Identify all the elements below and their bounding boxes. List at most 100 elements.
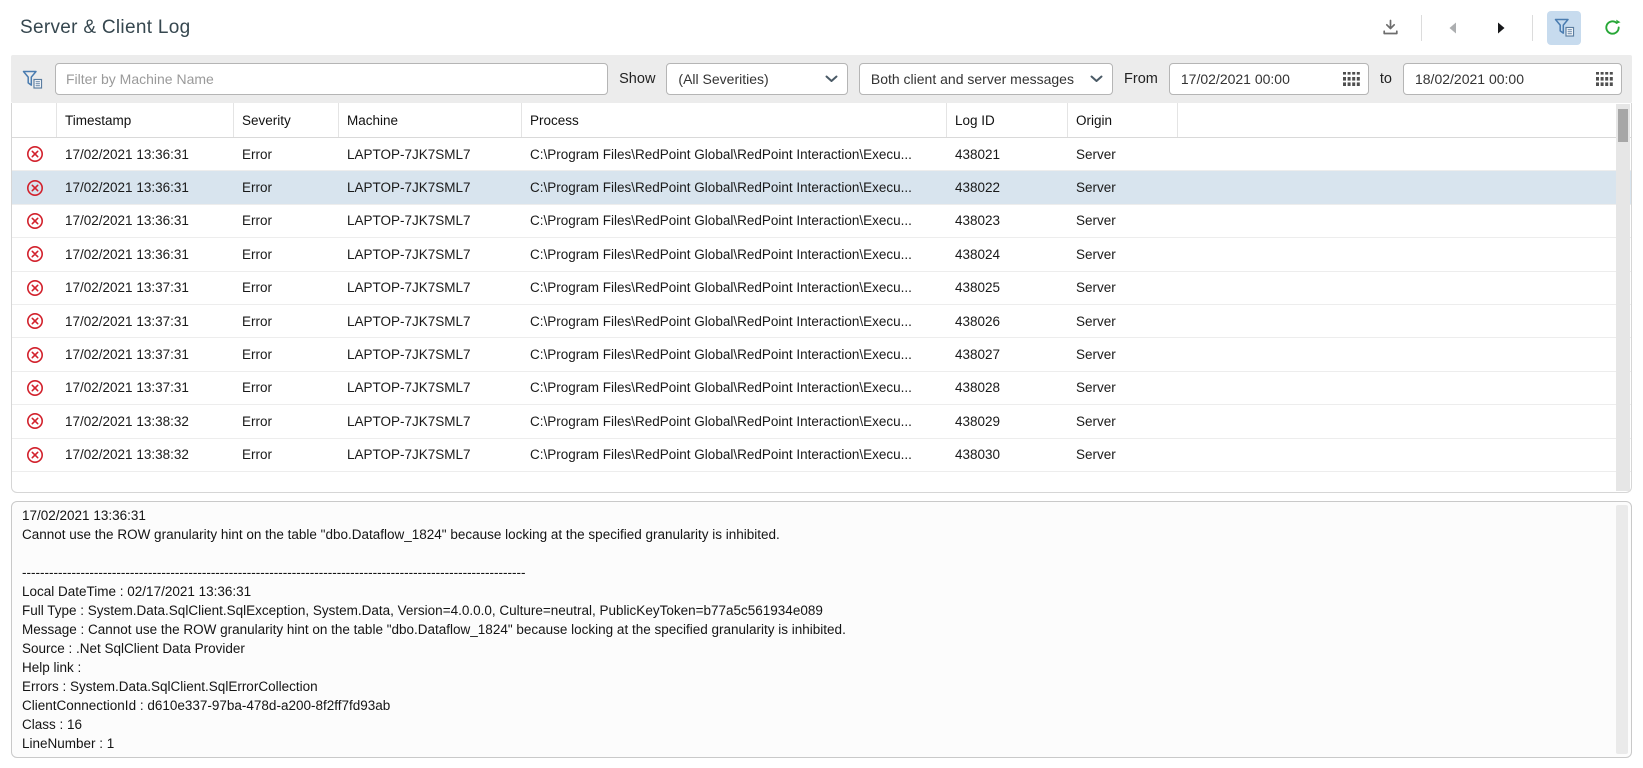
cell-log_id: 438023	[947, 213, 1068, 228]
cell-timestamp: 17/02/2021 13:37:31	[57, 380, 234, 395]
cell-log_id: 438022	[947, 180, 1068, 195]
cell-process: C:\Program Files\RedPoint Global\RedPoin…	[522, 247, 947, 262]
error-icon	[12, 145, 57, 163]
cell-log_id: 438026	[947, 314, 1068, 329]
cell-origin: Server	[1068, 414, 1178, 429]
column-header-log-id[interactable]: Log ID	[947, 103, 1068, 137]
cell-origin: Server	[1068, 280, 1178, 295]
cell-severity: Error	[234, 213, 339, 228]
cell-process: C:\Program Files\RedPoint Global\RedPoin…	[522, 447, 947, 462]
column-header-origin[interactable]: Origin	[1068, 103, 1178, 137]
cell-log_id: 438029	[947, 414, 1068, 429]
cell-severity: Error	[234, 347, 339, 362]
cell-machine: LAPTOP-7JK7SML7	[339, 414, 522, 429]
table-row[interactable]: 17/02/2021 13:37:31ErrorLAPTOP-7JK7SML7C…	[12, 272, 1631, 305]
table-row[interactable]: 17/02/2021 13:37:31ErrorLAPTOP-7JK7SML7C…	[12, 305, 1631, 338]
error-icon	[12, 346, 57, 364]
from-date-picker-button[interactable]	[1343, 72, 1360, 87]
column-header-filler	[1178, 103, 1631, 137]
cell-severity: Error	[234, 447, 339, 462]
log-table-body: 17/02/2021 13:36:31ErrorLAPTOP-7JK7SML7C…	[12, 138, 1631, 472]
cell-log_id: 438030	[947, 447, 1068, 462]
cell-severity: Error	[234, 280, 339, 295]
calendar-grid-icon	[1596, 72, 1613, 87]
previous-page-button[interactable]	[1436, 11, 1470, 45]
error-icon	[12, 179, 57, 197]
app-header: Server & Client Log	[0, 0, 1643, 55]
error-icon	[12, 279, 57, 297]
column-header-timestamp[interactable]: Timestamp	[57, 103, 234, 137]
to-date-field	[1403, 63, 1622, 95]
column-header-machine[interactable]: Machine	[339, 103, 522, 137]
cell-process: C:\Program Files\RedPoint Global\RedPoin…	[522, 213, 947, 228]
log-table-header: Timestamp Severity Machine Process Log I…	[12, 103, 1631, 138]
cell-process: C:\Program Files\RedPoint Global\RedPoin…	[522, 380, 947, 395]
refresh-button[interactable]	[1595, 11, 1629, 45]
cell-machine: LAPTOP-7JK7SML7	[339, 380, 522, 395]
detail-scrollbar-track[interactable]	[1616, 505, 1628, 754]
cell-process: C:\Program Files\RedPoint Global\RedPoin…	[522, 147, 947, 162]
filter-bar: Show (All Severities) Both client and se…	[11, 55, 1632, 103]
table-row[interactable]: 17/02/2021 13:36:31ErrorLAPTOP-7JK7SML7C…	[12, 238, 1631, 271]
to-date-picker-button[interactable]	[1596, 72, 1613, 87]
log-detail-text: 17/02/2021 13:36:31 Cannot use the ROW g…	[22, 506, 1605, 753]
log-detail-panel: 17/02/2021 13:36:31 Cannot use the ROW g…	[11, 501, 1632, 758]
chevron-down-icon	[825, 75, 838, 83]
chevron-down-icon	[1090, 75, 1103, 83]
table-row[interactable]: 17/02/2021 13:37:31ErrorLAPTOP-7JK7SML7C…	[12, 338, 1631, 371]
to-date-input[interactable]	[1406, 71, 1596, 87]
filter-panel-toggle-button[interactable]	[1547, 11, 1581, 45]
column-header-severity-icon[interactable]	[12, 103, 57, 137]
cell-severity: Error	[234, 180, 339, 195]
cell-machine: LAPTOP-7JK7SML7	[339, 280, 522, 295]
column-header-severity[interactable]: Severity	[234, 103, 339, 137]
cell-timestamp: 17/02/2021 13:36:31	[57, 247, 234, 262]
table-row[interactable]: 17/02/2021 13:36:31ErrorLAPTOP-7JK7SML7C…	[12, 205, 1631, 238]
table-row[interactable]: 17/02/2021 13:37:31ErrorLAPTOP-7JK7SML7C…	[12, 372, 1631, 405]
cell-timestamp: 17/02/2021 13:38:32	[57, 447, 234, 462]
error-icon	[12, 245, 57, 263]
table-scrollbar-track[interactable]	[1616, 104, 1630, 491]
table-row[interactable]: 17/02/2021 13:36:31ErrorLAPTOP-7JK7SML7C…	[12, 138, 1631, 171]
page-title: Server & Client Log	[20, 17, 190, 39]
show-label: Show	[619, 71, 655, 87]
cell-process: C:\Program Files\RedPoint Global\RedPoin…	[522, 280, 947, 295]
next-page-icon	[1493, 20, 1509, 36]
severity-select[interactable]: (All Severities)	[666, 63, 847, 95]
cell-origin: Server	[1068, 347, 1178, 362]
machine-filter-input[interactable]	[55, 63, 608, 95]
table-row[interactable]: 17/02/2021 13:38:32ErrorLAPTOP-7JK7SML7C…	[12, 405, 1631, 438]
cell-process: C:\Program Files\RedPoint Global\RedPoin…	[522, 414, 947, 429]
cell-severity: Error	[234, 247, 339, 262]
next-page-button[interactable]	[1484, 11, 1518, 45]
cell-machine: LAPTOP-7JK7SML7	[339, 213, 522, 228]
cell-severity: Error	[234, 314, 339, 329]
download-icon	[1381, 18, 1400, 37]
error-icon	[12, 412, 57, 430]
table-row[interactable]: 17/02/2021 13:38:32ErrorLAPTOP-7JK7SML7C…	[12, 439, 1631, 472]
from-date-input[interactable]	[1172, 71, 1343, 87]
cell-machine: LAPTOP-7JK7SML7	[339, 180, 522, 195]
cell-severity: Error	[234, 380, 339, 395]
message-type-select[interactable]: Both client and server messages	[859, 63, 1113, 95]
cell-log_id: 438024	[947, 247, 1068, 262]
toolbar-divider	[1532, 15, 1533, 41]
from-label: From	[1124, 71, 1158, 87]
cell-timestamp: 17/02/2021 13:37:31	[57, 347, 234, 362]
cell-severity: Error	[234, 414, 339, 429]
cell-origin: Server	[1068, 147, 1178, 162]
toolbar-divider	[1421, 15, 1422, 41]
log-table: Timestamp Severity Machine Process Log I…	[11, 103, 1632, 493]
column-header-process[interactable]: Process	[522, 103, 947, 137]
cell-log_id: 438025	[947, 280, 1068, 295]
download-button[interactable]	[1373, 11, 1407, 45]
cell-origin: Server	[1068, 247, 1178, 262]
cell-machine: LAPTOP-7JK7SML7	[339, 147, 522, 162]
cell-process: C:\Program Files\RedPoint Global\RedPoin…	[522, 314, 947, 329]
table-row[interactable]: 17/02/2021 13:36:31ErrorLAPTOP-7JK7SML7C…	[12, 171, 1631, 204]
table-scrollbar-thumb[interactable]	[1618, 109, 1628, 142]
filter-panel-icon	[1553, 17, 1576, 38]
cell-machine: LAPTOP-7JK7SML7	[339, 347, 522, 362]
cell-origin: Server	[1068, 180, 1178, 195]
error-icon	[12, 446, 57, 464]
